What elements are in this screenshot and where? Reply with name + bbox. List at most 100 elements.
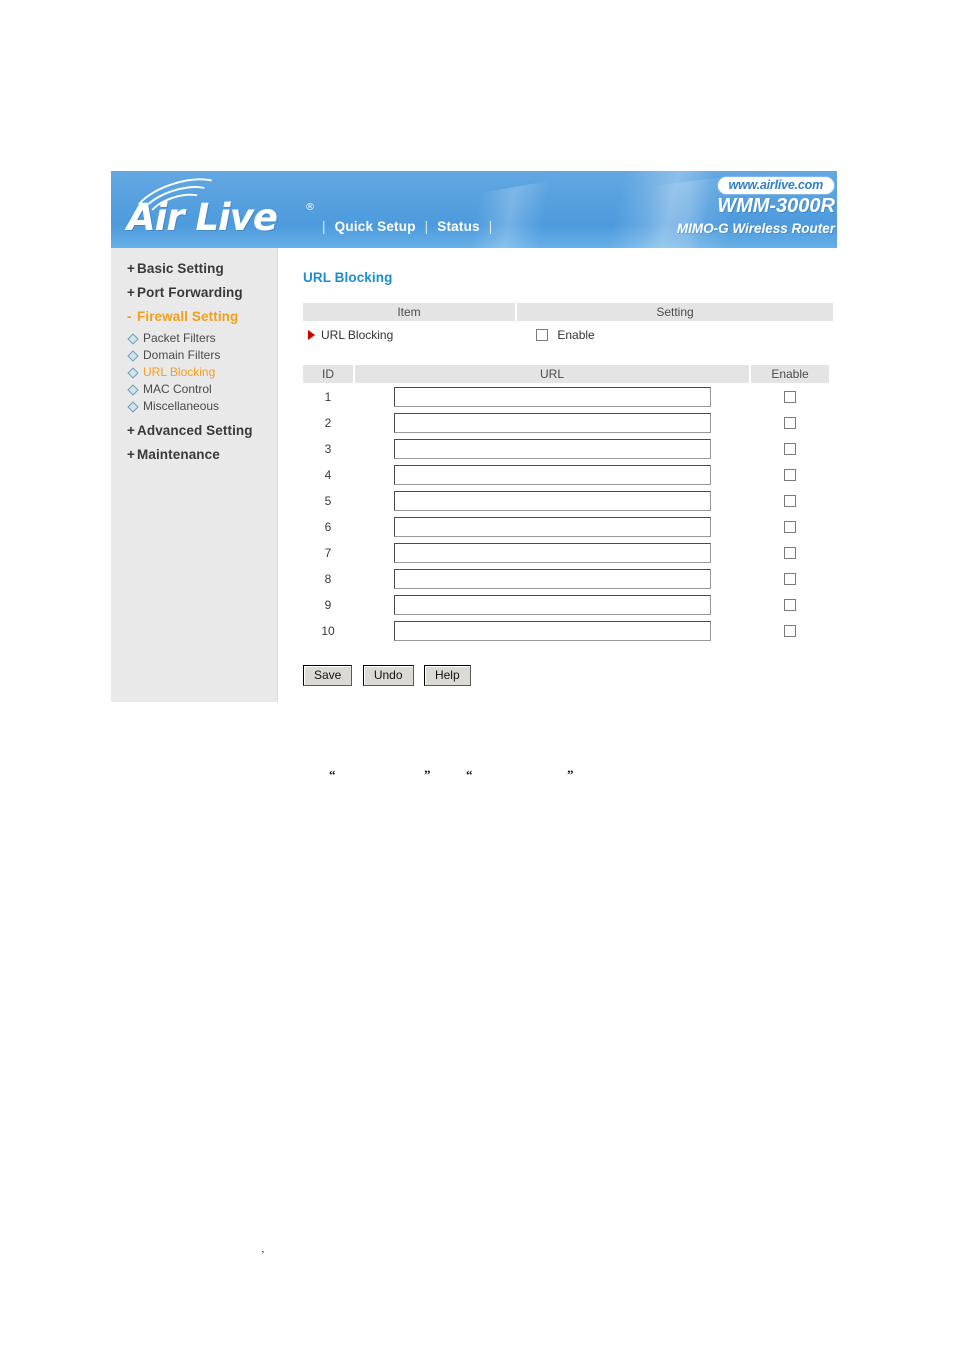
url-enable-checkbox-10[interactable]	[784, 625, 796, 637]
row-id: 9	[324, 598, 332, 612]
page-title: URL Blocking	[303, 270, 393, 285]
row-id: 4	[324, 468, 332, 482]
table-row: 4	[302, 462, 830, 488]
url-input-3[interactable]	[393, 439, 711, 459]
row-url-cell	[354, 592, 750, 618]
setting-item-label: URL Blocking	[321, 328, 394, 342]
arrow-right-icon	[308, 330, 315, 340]
column-header-enable: Enable	[749, 364, 831, 384]
diamond-bullet-icon	[127, 401, 139, 413]
url-input-4[interactable]	[393, 465, 711, 485]
sidebar-navigation: + Basic Setting + Port Forwarding - Firewal…	[111, 248, 278, 702]
diamond-bullet-icon	[127, 333, 139, 345]
row-enable-cell	[750, 462, 830, 488]
url-enable-checkbox-8[interactable]	[784, 573, 796, 585]
column-header-item: Item	[301, 302, 517, 322]
row-url-cell	[354, 436, 750, 462]
row-id: 6	[324, 520, 332, 534]
row-enable-cell	[750, 514, 830, 540]
setting-item-cell: URL Blocking	[302, 322, 516, 349]
row-url-cell	[354, 488, 750, 514]
url-enable-checkbox-2[interactable]	[784, 417, 796, 429]
row-enable-cell	[750, 436, 830, 462]
nav-separator: |	[322, 219, 326, 234]
row-url-cell	[354, 618, 750, 644]
sidebar-item-label: Basic Setting	[137, 261, 224, 276]
url-enable-checkbox-7[interactable]	[784, 547, 796, 559]
table-row: 2	[302, 410, 830, 436]
url-input-8[interactable]	[393, 569, 711, 589]
expand-marker-icon: +	[127, 447, 135, 462]
sidebar-subitem-label: Packet Filters	[143, 331, 216, 345]
sidebar-item-firewall-setting[interactable]: - Firewall Setting	[111, 309, 277, 324]
device-model-subtitle: MIMO-G Wireless Router	[676, 221, 835, 236]
url-enable-checkbox-9[interactable]	[784, 599, 796, 611]
sidebar-item-advanced-setting[interactable]: + Advanced Setting	[111, 423, 277, 438]
nav-separator: |	[424, 219, 429, 234]
table-header-row: Item Setting	[301, 302, 835, 322]
sidebar-item-label: Port Forwarding	[137, 285, 243, 300]
nav-separator: |	[488, 219, 493, 234]
url-blocking-enable-group: Enable	[536, 328, 595, 342]
main-content: URL Blocking Item Setting URL Blocking E…	[301, 248, 837, 686]
url-list-table: ID URL Enable 1 2 3 4 5 6 7 8 9 10	[301, 364, 831, 644]
firewall-submenu: Packet Filters Domain Filters URL Blocki…	[111, 330, 277, 415]
row-url-cell	[354, 384, 750, 411]
url-input-5[interactable]	[393, 491, 711, 511]
router-admin-page: Air Live ® | Quick Setup | Status | www.…	[111, 171, 837, 708]
row-url-cell	[354, 462, 750, 488]
url-input-2[interactable]	[393, 413, 711, 433]
table-row: 7	[302, 540, 830, 566]
nav-status[interactable]: Status	[437, 219, 479, 234]
help-button[interactable]: Help	[423, 665, 471, 686]
sidebar-item-packet-filters[interactable]: Packet Filters	[111, 330, 277, 347]
form-button-bar: Save Undo Help	[303, 665, 837, 686]
sidebar-item-label: Firewall Setting	[137, 309, 239, 324]
sidebar-item-miscellaneous[interactable]: Miscellaneous	[111, 398, 277, 415]
table-row: URL Blocking Enable	[302, 322, 834, 349]
url-enable-checkbox-6[interactable]	[784, 521, 796, 533]
sidebar-item-maintenance[interactable]: + Maintenance	[111, 447, 277, 462]
brand-website-badge: www.airlive.com	[716, 176, 835, 195]
table-row: 8	[302, 566, 830, 592]
site-banner: Air Live ® | Quick Setup | Status | www.…	[111, 171, 837, 248]
url-input-6[interactable]	[393, 517, 711, 537]
save-button[interactable]: Save	[303, 665, 353, 686]
enable-label: Enable	[557, 328, 595, 342]
url-input-10[interactable]	[393, 621, 711, 641]
diamond-bullet-icon	[127, 350, 139, 362]
expand-marker-icon: +	[127, 261, 135, 276]
url-input-7[interactable]	[393, 543, 711, 563]
page-body: + Basic Setting + Port Forwarding - Firewal…	[111, 248, 837, 708]
nav-quick-setup[interactable]: Quick Setup	[335, 219, 416, 234]
url-input-9[interactable]	[393, 595, 711, 615]
undo-button[interactable]: Undo	[362, 665, 414, 686]
row-id: 3	[324, 442, 332, 456]
url-blocking-enable-checkbox[interactable]	[536, 329, 548, 341]
sidebar-subitem-label: URL Blocking	[143, 365, 216, 379]
sidebar-item-port-forwarding[interactable]: + Port Forwarding	[111, 285, 277, 300]
table-row: 10	[302, 618, 830, 644]
url-enable-checkbox-1[interactable]	[784, 391, 796, 403]
url-enable-checkbox-3[interactable]	[784, 443, 796, 455]
url-enable-checkbox-5[interactable]	[784, 495, 796, 507]
table-row: 9	[302, 592, 830, 618]
column-header-url: URL	[353, 364, 751, 384]
sidebar-item-mac-control[interactable]: MAC Control	[111, 381, 277, 398]
sidebar-item-url-blocking[interactable]: URL Blocking	[111, 364, 277, 381]
column-header-setting: Setting	[515, 302, 835, 322]
setting-value-cell: Enable	[516, 322, 834, 349]
url-input-1[interactable]	[393, 387, 711, 407]
table-row: 6	[302, 514, 830, 540]
row-id: 7	[324, 546, 332, 560]
sidebar-item-domain-filters[interactable]: Domain Filters	[111, 347, 277, 364]
url-enable-checkbox-4[interactable]	[784, 469, 796, 481]
row-enable-cell	[750, 566, 830, 592]
table-row: 5	[302, 488, 830, 514]
row-enable-cell	[750, 488, 830, 514]
row-id: 2	[324, 416, 332, 430]
row-enable-cell	[750, 540, 830, 566]
logo-wordmark: Air Live	[127, 196, 278, 239]
sidebar-item-basic-setting[interactable]: + Basic Setting	[111, 261, 277, 276]
registered-trademark-icon: ®	[305, 202, 315, 213]
